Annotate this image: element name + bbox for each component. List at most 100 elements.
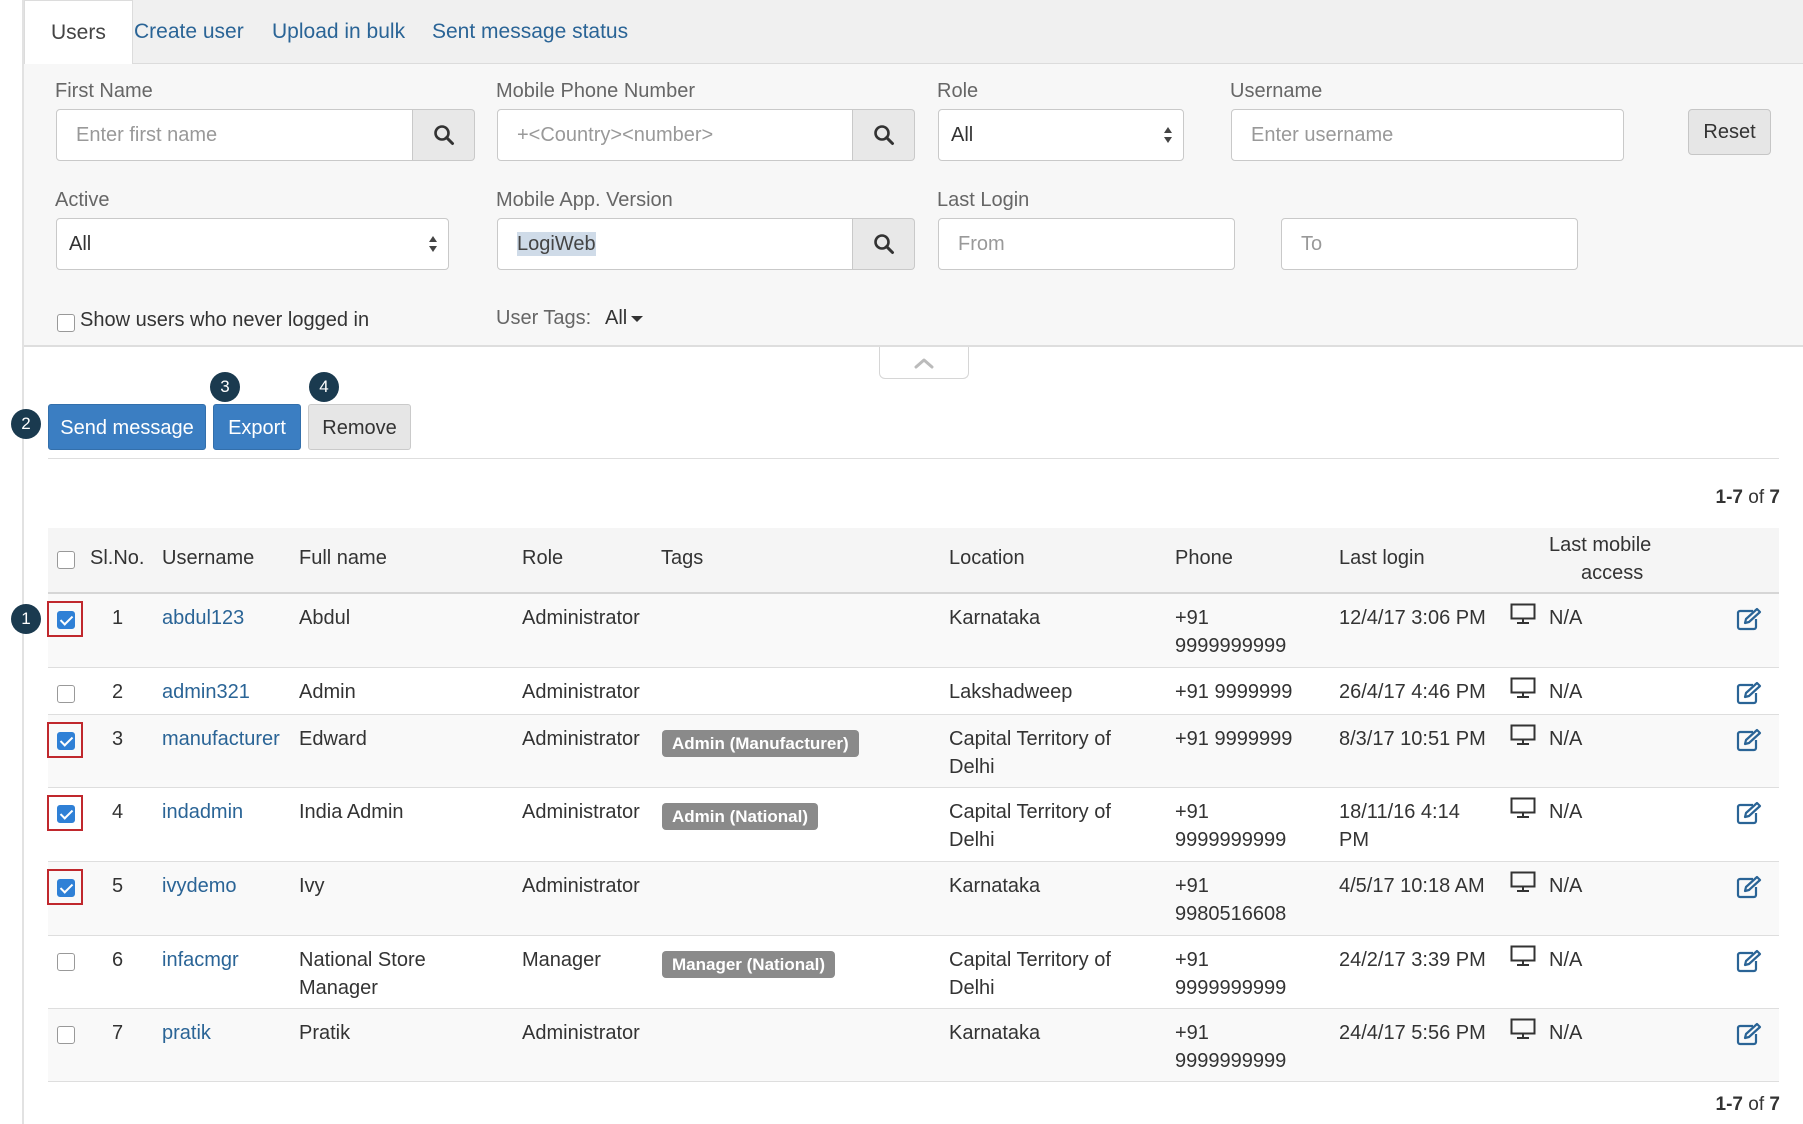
- never-logged-in-checkbox[interactable]: [57, 314, 75, 332]
- caret-down-icon: [631, 315, 644, 322]
- col-last-mobile-access[interactable]: Last mobile access: [1549, 531, 1651, 587]
- role: Administrator: [522, 875, 640, 897]
- search-icon: [873, 234, 894, 254]
- last-mobile-access: N/A: [1549, 607, 1583, 629]
- username-link[interactable]: admin321: [162, 678, 250, 706]
- last-login: 24/4/17 5:56 PM: [1339, 1022, 1486, 1044]
- tag-badge: Manager (National): [662, 951, 836, 978]
- mobile-phone-input[interactable]: +<Country><number>: [497, 109, 853, 161]
- user-tags-label: User Tags:: [496, 307, 592, 329]
- username-link[interactable]: pratik: [162, 1019, 211, 1047]
- full-name: Abdul: [299, 607, 351, 629]
- last-login-label: Last Login: [937, 189, 1030, 211]
- last-mobile-access: N/A: [1549, 801, 1583, 823]
- username-link[interactable]: manufacturer: [162, 725, 280, 753]
- role: Administrator: [522, 681, 640, 703]
- row-select-checkbox[interactable]: [57, 685, 75, 703]
- role-select[interactable]: All: [938, 109, 1184, 161]
- role-label: Role: [937, 80, 979, 102]
- monitor-icon: [1510, 945, 1536, 973]
- row-slno: 4: [112, 801, 124, 823]
- col-fullname[interactable]: Full name: [299, 547, 387, 570]
- table-row: 2 admin321 Admin Administrator Lakshadweep +9…: [48, 668, 1779, 715]
- tab-upload-in-bulk[interactable]: Upload in bulk: [246, 0, 431, 64]
- full-name: Edward: [299, 728, 367, 750]
- edit-icon[interactable]: [1736, 681, 1762, 711]
- last-login: 24/2/17 3:39 PM: [1339, 949, 1486, 971]
- phone: +91 9999999999: [1175, 607, 1287, 657]
- table-row: 4 indadmin India Admin Administrator Admin (…: [47, 788, 1779, 862]
- location: Capital Territory of Delhi: [949, 949, 1111, 999]
- last-mobile-access: N/A: [1549, 949, 1583, 971]
- full-name: Pratik: [299, 1022, 351, 1044]
- mobile-phone-search-button[interactable]: [853, 109, 915, 161]
- phone: +91 9999999: [1175, 728, 1293, 750]
- location: Karnataka: [949, 1022, 1041, 1044]
- never-logged-in-label: Show users who never logged in: [80, 309, 370, 331]
- username-link[interactable]: ivydemo: [162, 872, 236, 900]
- col-role[interactable]: Role: [522, 547, 563, 570]
- app-version-input[interactable]: LogiWeb: [497, 218, 853, 270]
- edit-icon[interactable]: [1736, 728, 1762, 758]
- filter-panel: First Name Enter first name Mobile Phone…: [24, 64, 1803, 347]
- divider: [48, 458, 1779, 459]
- username-link[interactable]: infacmgr: [162, 946, 239, 974]
- first-name-input[interactable]: Enter first name: [56, 109, 413, 161]
- tab-sent-message-status[interactable]: Sent message status: [406, 0, 654, 64]
- row-slno: 7: [112, 1022, 124, 1044]
- export-button[interactable]: Export: [213, 404, 301, 450]
- first-name-search-button[interactable]: [413, 109, 475, 161]
- send-message-button[interactable]: Send message: [48, 404, 206, 450]
- user-tags-dropdown[interactable]: All: [605, 307, 644, 330]
- selection-highlight-box: [47, 869, 83, 905]
- location: Capital Territory of Delhi: [949, 728, 1111, 778]
- role: Manager: [522, 949, 601, 971]
- monitor-icon: [1510, 1018, 1536, 1046]
- select-arrows-icon: [429, 236, 437, 252]
- annotation-marker-3: 3: [210, 372, 240, 402]
- col-location[interactable]: Location: [949, 547, 1025, 570]
- last-mobile-access: N/A: [1549, 1022, 1583, 1044]
- username-input[interactable]: Enter username: [1231, 109, 1624, 161]
- row-slno: 5: [112, 875, 124, 897]
- edit-icon[interactable]: [1736, 607, 1762, 637]
- table-row: 1 abdul123 Abdul Administrator Karnataka +91 9…: [47, 594, 1779, 668]
- collapse-filters-button[interactable]: [879, 347, 969, 379]
- mobile-phone-label: Mobile Phone Number: [496, 80, 695, 102]
- last-login: 4/5/17 10:18 AM: [1339, 875, 1485, 897]
- reset-button[interactable]: Reset: [1688, 109, 1771, 155]
- last-login-from-input[interactable]: From: [938, 218, 1235, 270]
- username-link[interactable]: abdul123: [162, 604, 244, 632]
- search-icon: [433, 125, 454, 145]
- full-name: Admin: [299, 681, 356, 703]
- edit-icon[interactable]: [1736, 875, 1762, 905]
- last-mobile-access: N/A: [1549, 875, 1583, 897]
- username-label: Username: [1230, 80, 1323, 102]
- col-username[interactable]: Username: [162, 547, 254, 570]
- last-login: 8/3/17 10:51 PM: [1339, 728, 1486, 750]
- user-tags-value: All: [605, 307, 628, 329]
- full-name: National Store Manager: [299, 949, 426, 999]
- remove-button[interactable]: Remove: [308, 404, 411, 450]
- app-version-search-button[interactable]: [853, 218, 915, 270]
- col-phone[interactable]: Phone: [1175, 547, 1233, 570]
- search-icon: [873, 125, 894, 145]
- last-login: 26/4/17 4:46 PM: [1339, 681, 1486, 703]
- full-name: Ivy: [299, 875, 325, 897]
- edit-icon[interactable]: [1736, 949, 1762, 979]
- last-login: 12/4/17 3:06 PM: [1339, 607, 1486, 629]
- edit-icon[interactable]: [1736, 1022, 1762, 1052]
- col-last-login[interactable]: Last login: [1339, 547, 1425, 570]
- last-login-to-input[interactable]: To: [1281, 218, 1578, 270]
- edit-icon[interactable]: [1736, 801, 1762, 831]
- monitor-icon: [1510, 797, 1536, 825]
- role: Administrator: [522, 801, 640, 823]
- select-all-checkbox[interactable]: [57, 551, 75, 569]
- row-select-checkbox[interactable]: [57, 953, 75, 971]
- pagination-summary-bottom: 1-7 of 7: [1715, 1094, 1780, 1115]
- location: Capital Territory of Delhi: [949, 801, 1111, 851]
- row-select-checkbox[interactable]: [57, 1026, 75, 1044]
- active-select[interactable]: All: [56, 218, 449, 270]
- monitor-icon: [1510, 677, 1536, 705]
- username-link[interactable]: indadmin: [162, 798, 243, 826]
